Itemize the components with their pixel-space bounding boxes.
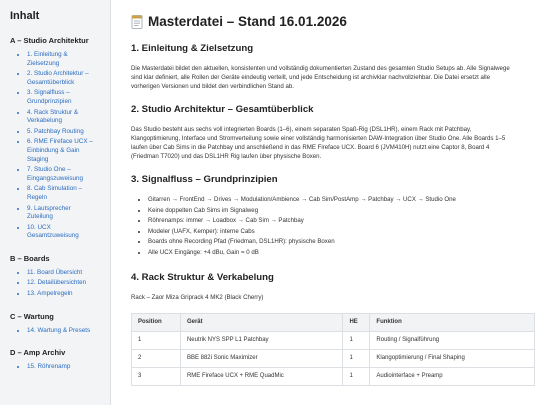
table-cell: 2 [131,348,181,368]
section-1-heading: 1. Einleitung & Zielsetzung [131,43,254,54]
list-item: Boards ohne Recording Pfad (Friedman, DS… [148,237,540,248]
table-header: Funktion [369,312,535,332]
section-4-heading: 4. Rack Struktur & Verkabelung [131,271,274,283]
toc-link-3[interactable]: 3. Signalfluss –Grundprinzipien [27,89,110,106]
table-header: HE [342,312,371,332]
list-item: Keine doppelten Cab Sims im Signalweg [148,206,540,217]
toc-link-9[interactable]: 9. LautsprecherZuteilung [27,205,110,222]
table-cell: 1 [131,330,181,350]
toc-group-b-list: 11. Board Übersicht 12. Detailübersichte… [10,269,110,299]
table-cell: 1 [342,348,371,368]
toc-link-15[interactable]: 15. Röhrenamp [27,363,110,372]
table-cell: 3 [131,366,181,386]
section-2-text: Das Studio besteht aus sechs voll integr… [131,126,506,160]
list-item: Gitarren → FrontEnd → Drives → Modulatio… [148,195,540,206]
document-icon [131,14,143,29]
main-content: Masterdatei – Stand 16.01.2026 1. Einlei… [111,0,540,405]
table-cell: Klangoptimierung / Final Shaping [369,348,535,368]
table-cell: 1 [342,366,371,386]
list-item: Alle UCX Eingänge: +4 dBu, Gain = 0 dB [148,248,540,259]
toc-group-c-list: 14. Wartung & Presets [10,327,110,336]
toc-link-8[interactable]: 8. Cab Simulation –Regeln [27,185,110,202]
table-row: 3 RME Fireface UCX + RME QuadMic 1 Audio… [131,366,535,386]
table-cell: Audiointerface + Preamp [369,366,535,386]
table-cell: 1 [342,330,371,350]
toc-link-4[interactable]: 4. Rack Struktur &Verkabelung [27,109,110,126]
toc-link-14[interactable]: 14. Wartung & Presets [27,327,110,336]
list-item: Röhrenamps: immer → Loadbox → Cab Sim → … [148,216,540,227]
table-header: Position [131,312,181,332]
table-row: 1 Neutrik NYS SPP L1 Patchbay 1 Routing … [131,330,535,350]
toc-link-1[interactable]: 1. Einleitung &Zielsetzung [27,51,110,68]
sidebar-toc: Inhalt A – Studio Architektur 1. Einleit… [0,0,111,405]
table-cell: BBE 882i Sonic Maximizer [179,348,344,368]
toc-group-d-list: 15. Röhrenamp [10,363,110,372]
toc-group-c-title: C – Wartung [10,311,54,321]
toc-link-13[interactable]: 13. Ampelregeln [27,290,110,299]
toc-link-5[interactable]: 5. Patchbay Routing [27,128,110,137]
table-cell: RME Fireface UCX + RME QuadMic [179,366,344,386]
toc-group-a-title: A – Studio Architektur [10,36,89,45]
table-header: Gerät [179,312,344,332]
table-cell: Routing / Signalführung [369,330,535,350]
rack-table: Position Gerät HE Funktion 1 Neutrik NYS… [131,312,535,386]
table-cell: Neutrik NYS SPP L1 Patchbay [179,330,344,350]
toc-link-11[interactable]: 11. Board Übersicht [27,269,110,278]
section-3-heading: 3. Signalfluss – Grundprinzipien [131,174,278,185]
list-item: Modeler (UAFX, Kemper): interne Cabs [148,227,540,238]
toc-link-6[interactable]: 6. RME Fireface UCX –Einbindung & GainSt… [27,138,110,164]
toc-link-10[interactable]: 10. UCXGesamtzuweisung [27,224,110,241]
section-1-text: Die Masterdatei bildet den aktuellen, ko… [131,65,510,90]
page-title: Masterdatei – Stand 16.01.2026 [131,14,540,29]
section-4-text: Rack – Zaor Miza Griprack 4 MK2 (Black C… [131,293,264,301]
page-title-text: Masterdatei – Stand 16.01.2026 [148,14,347,29]
sidebar-title: Inhalt [10,10,40,22]
section-3-list: Gitarren → FrontEnd → Drives → Modulatio… [131,195,540,259]
toc-group-a-list: 1. Einleitung &Zielsetzung 2. Studio Arc… [10,51,110,241]
toc-group-b-title: B – Boards [10,253,50,263]
toc-link-7[interactable]: 7. Studio One –Eingangszuweisung [27,166,110,183]
toc-link-2[interactable]: 2. Studio Architektur –Gesamtüberblick [27,70,110,87]
toc-group-d-title: D – Amp Archiv [10,348,66,358]
section-2-heading: 2. Studio Architektur – Gesamtüberblick [131,104,314,115]
toc-link-12[interactable]: 12. Detailübersichten [27,279,110,288]
table-row: 2 BBE 882i Sonic Maximizer 1 Klangoptimi… [131,348,535,368]
table-header-row: Position Gerät HE Funktion [131,312,535,332]
